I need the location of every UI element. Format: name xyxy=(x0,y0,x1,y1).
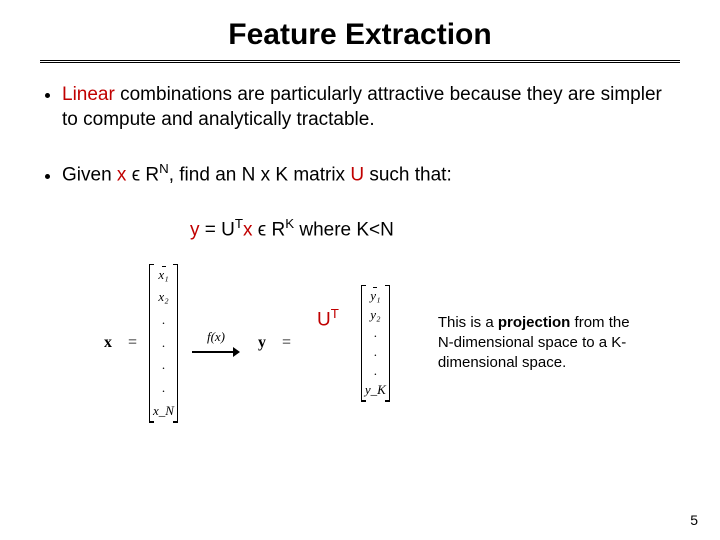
x-entry: . xyxy=(162,356,165,375)
eq-x: x xyxy=(243,220,253,241)
bullet-2: Given x ϵ RN, find an N x K matrix U suc… xyxy=(62,160,680,188)
caption-pre: This is a xyxy=(438,314,498,331)
y-entry: . xyxy=(374,324,377,343)
x-entry: x_N xyxy=(153,402,174,421)
transform-arrow: f(x) xyxy=(192,329,240,357)
title-rule xyxy=(40,60,680,63)
y-vector-col: y₁ y₂ . . . y_K xyxy=(361,285,390,402)
eq-sp: ϵ R xyxy=(253,220,286,241)
bullet-1: Linear combinations are particularly att… xyxy=(62,83,680,132)
y-entry: y₁ xyxy=(370,287,380,306)
x-label: x xyxy=(104,334,112,352)
bullet-list: Linear combinations are particularly att… xyxy=(40,83,680,188)
bullet-2-supN: N xyxy=(159,161,169,176)
y-entry: y₂ xyxy=(370,306,380,325)
bullet-1-rest: combinations are particularly attractive… xyxy=(62,84,662,130)
y-entry: . xyxy=(374,343,377,362)
x-entry: x₂ xyxy=(158,288,168,307)
eq-eq: = U xyxy=(200,220,235,241)
bullet-2-x: x xyxy=(117,165,127,186)
slide: Feature Extraction Linear combinations a… xyxy=(0,0,720,540)
ut-sup: T xyxy=(331,306,339,321)
bullet-2-mid2: , find an N x K matrix xyxy=(169,165,351,186)
x-entry: . xyxy=(162,379,165,398)
y-entry: y_K xyxy=(365,381,386,400)
eq-sign-2: = xyxy=(282,334,291,352)
figure-row: x = x₁ x₂ . . . . x_N f(x) y = UT y₁ xyxy=(100,264,680,423)
bullet-2-end: such that: xyxy=(364,165,452,186)
page-number: 5 xyxy=(690,512,698,528)
equation: y = UTx ϵ RK where K<N xyxy=(190,216,680,241)
bullet-1-linear: Linear xyxy=(62,84,115,105)
eq-sign: = xyxy=(128,334,137,352)
fx-label: f(x) xyxy=(207,329,225,345)
x-entry: x₁ xyxy=(158,266,168,285)
eq-y: y xyxy=(190,220,200,241)
bullet-2-U: U xyxy=(350,165,364,186)
bullet-2-mid1: ϵ R xyxy=(126,165,159,186)
slide-title: Feature Extraction xyxy=(40,18,680,52)
y-label: y xyxy=(258,334,266,352)
y-entry: . xyxy=(374,362,377,381)
caption-proj: projection xyxy=(498,314,571,331)
arrow-icon xyxy=(192,347,240,357)
eq-where: where K<N xyxy=(294,220,394,241)
x-vector: x₁ x₂ . . . . x_N xyxy=(149,264,178,423)
x-vector-col: x₁ x₂ . . . . x_N xyxy=(149,264,178,423)
ut-base: U xyxy=(317,309,331,330)
bullet-2-pre: Given xyxy=(62,165,117,186)
eq-supK: K xyxy=(285,216,294,231)
ut-label: UT xyxy=(317,306,339,331)
eq-supT: T xyxy=(235,216,243,231)
caption: This is a projection from the N-dimensio… xyxy=(438,313,648,374)
x-entry: . xyxy=(162,334,165,353)
y-vector: y₁ y₂ . . . y_K xyxy=(361,285,390,402)
x-entry: . xyxy=(162,311,165,330)
